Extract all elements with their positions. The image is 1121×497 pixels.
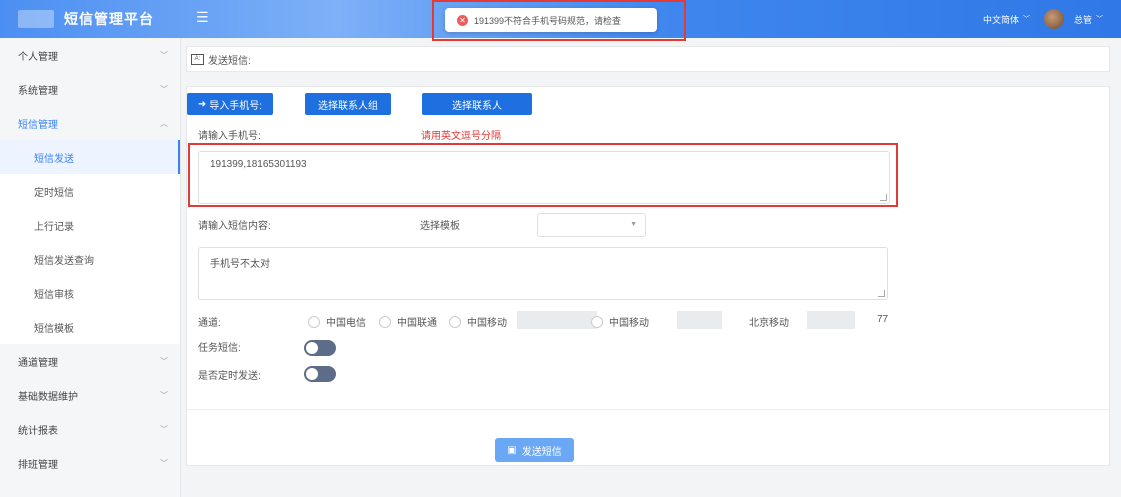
template-label: 选择模板 <box>420 221 460 232</box>
chevron-up-icon: ︿ <box>160 118 168 128</box>
highlight-box <box>432 0 686 41</box>
sms-icon: A: <box>191 53 204 65</box>
channel-radio-label: 中国电信 <box>326 318 366 329</box>
radio-circle[interactable] <box>379 315 391 328</box>
content-label: 请输入短信内容: <box>198 221 271 232</box>
select-group-button[interactable]: 选择联系人组 <box>305 93 391 115</box>
sidebar-subitem-label: 上行记录 <box>34 221 74 233</box>
sidebar-item-label: 系统管理 <box>18 85 58 97</box>
sidebar-item-basedata[interactable]: 基础数据维护 ﹀ <box>0 378 180 412</box>
sidebar-item-personal[interactable]: 个人管理 ﹀ <box>0 38 180 72</box>
sidebar-item-label: 基础数据维护 <box>18 391 78 403</box>
logo-mark <box>18 10 54 28</box>
sidebar-item-system[interactable]: 系统管理 ﹀ <box>0 72 180 106</box>
sidebar-item-label: 通道管理 <box>18 357 58 369</box>
chevron-down-icon: ﹀ <box>160 390 168 400</box>
channel-radio-label: 中国移动 <box>609 318 649 329</box>
channel-radio-label-only[interactable]: 北京移动 <box>749 314 789 329</box>
select-group-label: 选择联系人组 <box>318 100 378 112</box>
resize-handle[interactable] <box>878 290 885 297</box>
phone-hint: 请用英文逗号分隔 <box>421 131 501 142</box>
sidebar-item-label: 统计报表 <box>18 425 58 437</box>
sidebar-item-channel[interactable]: 通道管理 ﹀ <box>0 344 180 378</box>
chevron-down-icon: ﹀ <box>160 84 168 94</box>
sidebar-item-label: 个人管理 <box>18 51 58 63</box>
sidebar: 个人管理 ﹀ 系统管理 ﹀ 短信管理 ︿ 短信发送 定时短信 上行记录 短信发送查询 … <box>0 38 181 497</box>
chevron-down-icon: ﹀ <box>160 356 168 366</box>
content-input[interactable]: 手机号不太对 <box>198 247 888 300</box>
chevron-down-icon[interactable]: ﹀ <box>1096 14 1103 24</box>
panel-header: A: 发送短信: <box>186 46 1110 72</box>
sidebar-subitem-send[interactable]: 短信发送 <box>0 140 180 174</box>
timed-send-toggle[interactable] <box>304 366 336 382</box>
sidebar-subitem-label: 短信审核 <box>34 289 74 301</box>
timed-send-label: 是否定时发送: <box>198 371 261 382</box>
highlight-box <box>188 143 898 207</box>
app-title: 短信管理平台 <box>64 11 154 27</box>
sidebar-subitem-label: 短信发送查询 <box>34 255 94 267</box>
page-title: 发送短信: <box>208 55 251 67</box>
radio-circle[interactable] <box>591 315 603 328</box>
radio-circle[interactable] <box>308 315 320 328</box>
chevron-down-icon: ﹀ <box>160 424 168 434</box>
send-sms-label: 发送短信 <box>521 446 562 458</box>
send-sms-button[interactable]: ▣ 发送短信 <box>495 438 574 462</box>
task-sms-toggle[interactable] <box>304 340 336 356</box>
sidebar-item-label: 排班管理 <box>18 459 58 471</box>
sidebar-subitem-template[interactable]: 短信模板 <box>0 310 180 344</box>
redacted-area <box>677 311 722 329</box>
save-icon: ▣ <box>507 444 517 456</box>
sidebar-subitem-label: 短信发送 <box>34 153 74 165</box>
select-contact-button[interactable]: 选择联系人 <box>422 93 532 115</box>
sidebar-subitem-uplink[interactable]: 上行记录 <box>0 208 180 242</box>
import-phone-label: 导入手机号: <box>209 100 263 112</box>
sidebar-item-label: 短信管理 <box>18 119 58 131</box>
radio-circle[interactable] <box>449 315 461 328</box>
template-select[interactable]: ▼ <box>537 213 646 237</box>
language-select[interactable]: 中文简体 <box>983 13 1019 26</box>
toggle-knob <box>306 342 318 354</box>
sidebar-subitem-label: 短信模板 <box>34 323 74 335</box>
menu-toggle-icon[interactable]: ☰ <box>196 10 209 24</box>
chevron-down-icon[interactable]: ﹀ <box>1023 14 1030 24</box>
channel-radio[interactable]: 中国电信 <box>308 314 366 329</box>
channel-radio-label: 中国联通 <box>397 318 437 329</box>
logo: 短信管理平台 <box>8 0 178 38</box>
sidebar-item-sms[interactable]: 短信管理 ︿ <box>0 106 180 140</box>
toggle-knob <box>306 368 318 380</box>
sidebar-subitem-scheduled[interactable]: 定时短信 <box>0 174 180 208</box>
avatar[interactable] <box>1043 9 1064 29</box>
chevron-down-icon: ﹀ <box>160 50 168 60</box>
divider <box>187 409 1109 410</box>
sidebar-subitem-review[interactable]: 短信审核 <box>0 276 180 310</box>
phone-label: 请输入手机号: <box>198 131 261 142</box>
user-name[interactable]: 总管 <box>1074 13 1092 26</box>
chevron-down-icon: ▼ <box>630 221 637 228</box>
chevron-down-icon: ﹀ <box>160 458 168 468</box>
redacted-area <box>517 311 597 329</box>
redacted-area <box>807 311 855 329</box>
import-phone-button[interactable]: ➜ 导入手机号: <box>187 93 273 115</box>
channel-extra: 77 <box>877 314 889 325</box>
channel-radio[interactable]: 中国联通 <box>379 314 437 329</box>
select-contact-label: 选择联系人 <box>452 100 502 112</box>
channel-radio[interactable]: 中国移动 <box>449 314 507 329</box>
task-sms-label: 任务短信: <box>198 343 241 354</box>
channel-radio-label: 中国移动 <box>467 318 507 329</box>
channel-label: 通道: <box>198 318 221 329</box>
sidebar-item-schedule[interactable]: 排班管理 ﹀ <box>0 446 180 480</box>
channel-radio[interactable]: 中国移动 <box>591 314 649 329</box>
sidebar-subitem-query[interactable]: 短信发送查询 <box>0 242 180 276</box>
sidebar-subitem-label: 定时短信 <box>34 187 74 199</box>
channel-radio-label: 北京移动 <box>749 318 789 329</box>
sidebar-item-reports[interactable]: 统计报表 ﹀ <box>0 412 180 446</box>
import-icon: ➜ <box>197 98 207 110</box>
top-right-area: 中文简体 ﹀ 总管 ﹀ <box>983 0 1103 38</box>
content-input-value: 手机号不太对 <box>210 259 270 270</box>
